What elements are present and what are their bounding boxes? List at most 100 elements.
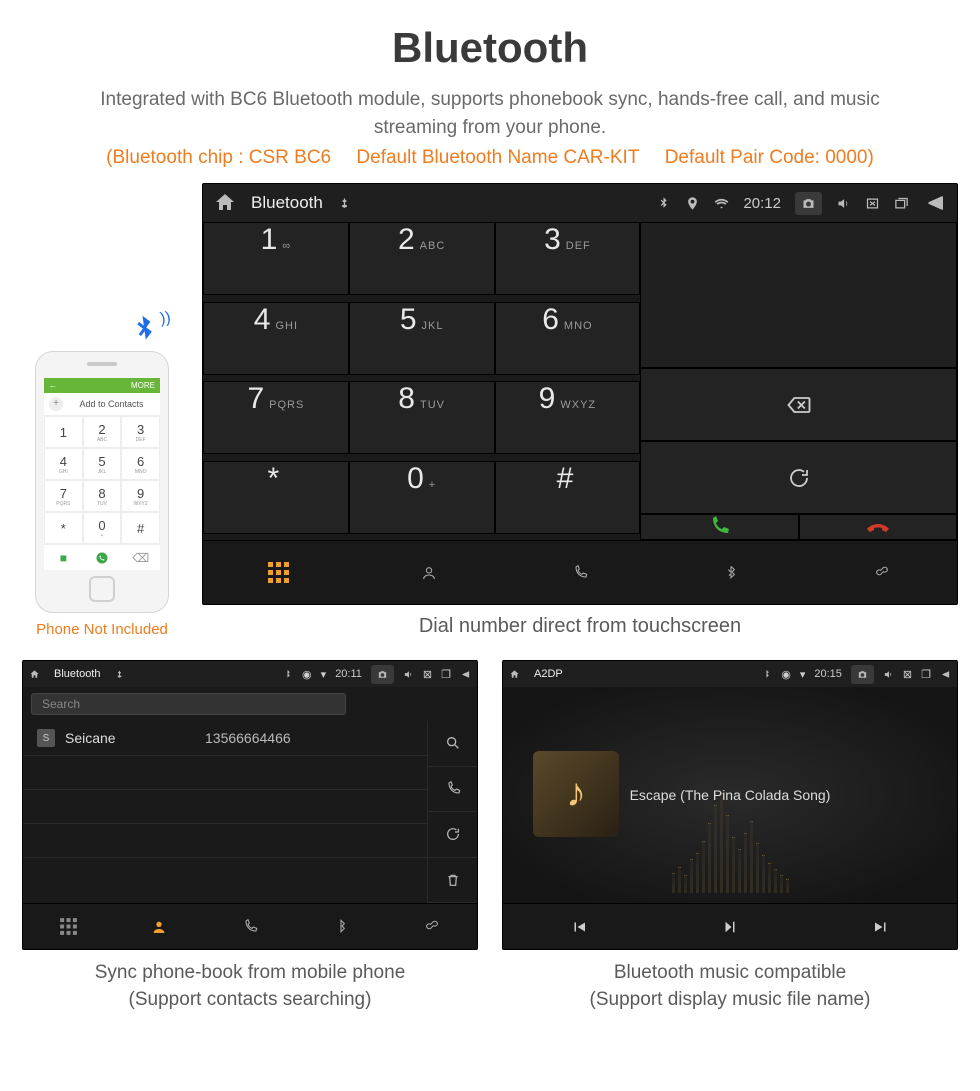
dial-key-9[interactable]: 9WXYZ [495, 381, 641, 454]
play-pause-button[interactable] [654, 903, 805, 949]
dial-key-0[interactable]: 0+ [349, 461, 495, 534]
location-icon: ◉ [302, 668, 312, 681]
phone-backspace-icon: ⌫ [121, 544, 160, 570]
recent-apps-icon[interactable] [894, 196, 909, 211]
phone-video-icon: ■ [44, 544, 83, 570]
phone-key-*: * [44, 512, 83, 544]
call-button[interactable] [640, 514, 798, 540]
bluetooth-status-icon [282, 669, 293, 680]
dial-key-7[interactable]: 7PQRS [203, 381, 349, 454]
prev-track-button[interactable] [503, 903, 654, 949]
phone-key-#: # [121, 512, 160, 544]
dial-key-4[interactable]: 4GHI [203, 302, 349, 375]
location-icon: ◉ [781, 668, 791, 681]
phone-back-icon: ← [49, 381, 57, 390]
tab-pairing[interactable] [386, 903, 477, 949]
main-caption: Dial number direct from touchscreen [202, 615, 958, 638]
tab-bluetooth[interactable] [295, 903, 386, 949]
statusbar-title: Bluetooth [54, 668, 100, 680]
location-icon [685, 196, 700, 211]
phone-call-icon [83, 544, 122, 570]
phone-key-4: 4GHI [44, 448, 83, 480]
phone-key-0: 0+ [83, 512, 122, 544]
home-icon[interactable] [509, 669, 520, 680]
contact-row-empty [23, 858, 427, 892]
search-input[interactable]: Search [31, 693, 346, 715]
side-search-icon[interactable] [428, 721, 477, 767]
statusbar-title: A2DP [534, 668, 563, 680]
contacts-head-unit: Bluetooth ◉ ▾ 20:11 ⊠ ❐ [22, 660, 478, 950]
recent-apps-icon[interactable]: ❐ [921, 668, 931, 681]
contact-row-empty [23, 756, 427, 790]
home-icon[interactable] [29, 669, 40, 680]
dial-key-1[interactable]: 1∞ [203, 222, 349, 295]
contact-row-empty [23, 824, 427, 858]
backspace-button[interactable] [640, 368, 957, 441]
back-icon[interactable] [940, 669, 951, 680]
camera-icon[interactable] [371, 665, 394, 684]
clock-time: 20:12 [743, 195, 781, 212]
page-subtitle: Integrated with BC6 Bluetooth module, su… [62, 86, 918, 141]
bluetooth-status-icon [656, 196, 671, 211]
tab-bluetooth[interactable] [655, 540, 806, 604]
dial-key-3[interactable]: 3DEF [495, 222, 641, 295]
volume-icon[interactable] [836, 196, 851, 211]
side-sync-icon[interactable] [428, 812, 477, 858]
a2dp-head-unit: A2DP ◉ ▾ 20:15 ⊠ ❐ ♪ [502, 660, 958, 950]
tab-pairing[interactable] [806, 540, 957, 604]
phone-key-6: 6MNO [121, 448, 160, 480]
clock-time: 20:11 [335, 668, 362, 680]
statusbar-title: Bluetooth [251, 193, 323, 213]
close-window-icon[interactable]: ⊠ [903, 668, 912, 681]
page-title: Bluetooth [22, 24, 958, 72]
dial-key-8[interactable]: 8TUV [349, 381, 495, 454]
hangup-button[interactable] [799, 514, 957, 540]
phone-key-3: 3DEF [121, 416, 160, 448]
side-call-icon[interactable] [428, 767, 477, 813]
tab-call-log[interactable] [505, 540, 656, 604]
tab-contacts[interactable] [114, 903, 205, 949]
phone-key-1: 1 [44, 416, 83, 448]
phone-not-included-label: Phone Not Included [22, 621, 182, 638]
back-icon[interactable] [923, 191, 947, 215]
dial-key-6[interactable]: 6MNO [495, 302, 641, 375]
phone-key-8: 8TUV [83, 480, 122, 512]
a2dp-caption: Bluetooth music compatible (Support disp… [502, 960, 958, 1013]
dial-key-2[interactable]: 2ABC [349, 222, 495, 295]
contact-row[interactable]: S Seicane 13566664466 [23, 721, 427, 756]
dial-key-#[interactable]: # [495, 461, 641, 534]
wifi-icon: ▾ [800, 668, 806, 681]
tab-contacts[interactable] [354, 540, 505, 604]
home-icon[interactable] [213, 191, 237, 215]
back-icon[interactable] [460, 669, 471, 680]
volume-icon[interactable] [883, 669, 894, 680]
phone-key-5: 5JKL [83, 448, 122, 480]
contact-list: S Seicane 13566664466 [23, 721, 427, 903]
bluetooth-status-icon [761, 669, 772, 680]
dial-key-*[interactable]: * [203, 461, 349, 534]
phone-more-label: MORE [131, 381, 155, 390]
volume-icon[interactable] [403, 669, 414, 680]
recent-apps-icon[interactable]: ❐ [441, 668, 451, 681]
camera-icon[interactable] [795, 192, 822, 215]
dialed-number-display [640, 222, 957, 368]
main-head-unit: Bluetooth 20:12 [202, 183, 958, 605]
redial-button[interactable] [640, 441, 957, 514]
tab-keypad[interactable] [203, 540, 354, 604]
contact-name: Seicane [65, 730, 205, 746]
wifi-icon: ▾ [321, 668, 327, 681]
close-window-icon[interactable] [865, 196, 880, 211]
next-track-button[interactable] [806, 903, 957, 949]
tab-keypad[interactable] [23, 903, 114, 949]
smartphone-mock: ← MORE + Add to Contacts 12ABC3DEF4GHI5J… [35, 351, 169, 613]
camera-icon[interactable] [851, 665, 874, 684]
bluetooth-specs: (Bluetooth chip : CSR BC6 Default Blueto… [22, 147, 958, 169]
side-delete-icon[interactable] [428, 858, 477, 904]
dial-key-5[interactable]: 5JKL [349, 302, 495, 375]
tab-call-log[interactable] [205, 903, 296, 949]
close-window-icon[interactable]: ⊠ [423, 668, 432, 681]
wifi-icon [714, 196, 729, 211]
clock-time: 20:15 [814, 668, 842, 680]
spec-name: Default Bluetooth Name CAR-KIT [356, 147, 639, 168]
phone-key-2: 2ABC [83, 416, 122, 448]
